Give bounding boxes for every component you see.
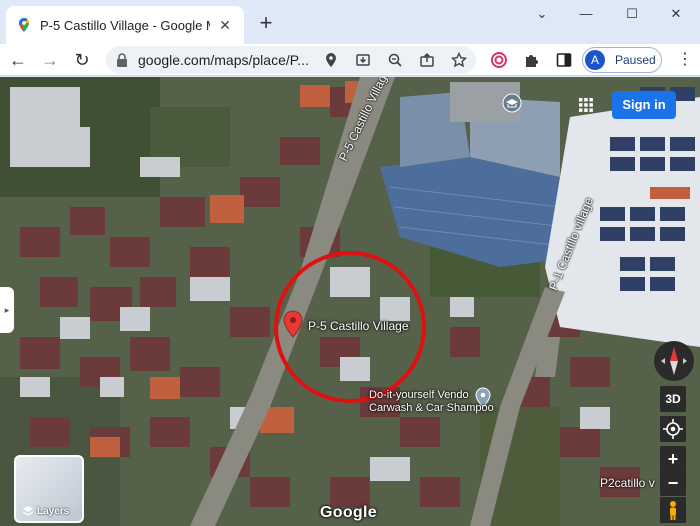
target-extension-icon[interactable] [490, 51, 508, 69]
google-maps-pin-icon [19, 18, 29, 32]
share-icon[interactable] [418, 51, 436, 69]
my-location-icon[interactable] [660, 416, 686, 442]
lock-icon [117, 53, 127, 67]
avatar: A [585, 50, 605, 70]
tab-search-icon[interactable]: ⌄ [522, 6, 562, 26]
zoom-icon[interactable] [386, 51, 404, 69]
star-icon[interactable] [450, 51, 468, 69]
active-tab[interactable]: P-5 Castillo Village - Google Maps ✕ [6, 6, 244, 44]
poi-label-line2: Carwash & Car Shampoo [369, 402, 494, 414]
google-apps-icon[interactable] [578, 97, 594, 113]
browser-menu-icon[interactable]: ⋮ [676, 48, 694, 72]
3d-button[interactable]: 3D [660, 386, 686, 412]
tab-strip: P-5 Castillo Village - Google Maps ✕ + ⌄… [0, 0, 700, 44]
maximize-button[interactable]: ☐ [612, 6, 652, 26]
road-label-p2: P2catillo v [600, 476, 655, 490]
browser-window: P-5 Castillo Village - Google Maps ✕ + ⌄… [0, 0, 700, 526]
satellite-map[interactable]: P-5 Castillo Village P-1 Castillo villag… [0, 77, 700, 526]
layers-button[interactable]: Layers [14, 455, 84, 523]
school-pin-icon [502, 93, 522, 113]
poi-label-line1: Do-it-yourself Vendo [369, 389, 469, 401]
layers-label: Layers [37, 505, 70, 517]
address-bar[interactable]: google.com/maps/place/P... [106, 46, 476, 74]
side-panel-icon[interactable] [555, 51, 573, 69]
new-tab-button[interactable]: + [254, 12, 278, 36]
pegman-icon[interactable] [660, 497, 686, 523]
sign-in-button[interactable]: Sign in [612, 91, 676, 119]
profile-status: Paused [615, 53, 656, 67]
reload-button[interactable]: ↻ [70, 48, 94, 72]
back-button[interactable]: ← [6, 48, 30, 72]
puzzle-icon[interactable] [523, 51, 541, 69]
zoom-out-button[interactable]: − [660, 470, 686, 496]
browser-toolbar: ← → ↻ google.com/maps/place/P... A Pause… [0, 44, 700, 76]
google-logo: Google [320, 504, 377, 521]
collapse-side-panel-button[interactable]: ▸ [0, 287, 14, 333]
tab-title: P-5 Castillo Village - Google Maps [40, 17, 210, 33]
close-window-button[interactable]: ✕ [656, 6, 696, 26]
tab-close-icon[interactable]: ✕ [216, 17, 234, 34]
compass-icon[interactable] [654, 341, 694, 381]
install-icon[interactable] [354, 51, 372, 69]
poi-label[interactable]: Do-it-yourself Vendo Carwash & Car Shamp… [369, 389, 494, 415]
place-name-label[interactable]: P-5 Castillo Village [308, 319, 409, 333]
zoom-in-button[interactable]: + [660, 446, 686, 472]
forward-button[interactable]: → [38, 48, 62, 72]
minimize-button[interactable]: — [566, 6, 606, 26]
url-text: google.com/maps/place/P... [138, 52, 309, 68]
location-icon[interactable] [322, 51, 340, 69]
layers-label-group: Layers [22, 505, 69, 517]
layers-icon [22, 506, 34, 516]
profile-button[interactable]: A Paused [582, 47, 662, 73]
